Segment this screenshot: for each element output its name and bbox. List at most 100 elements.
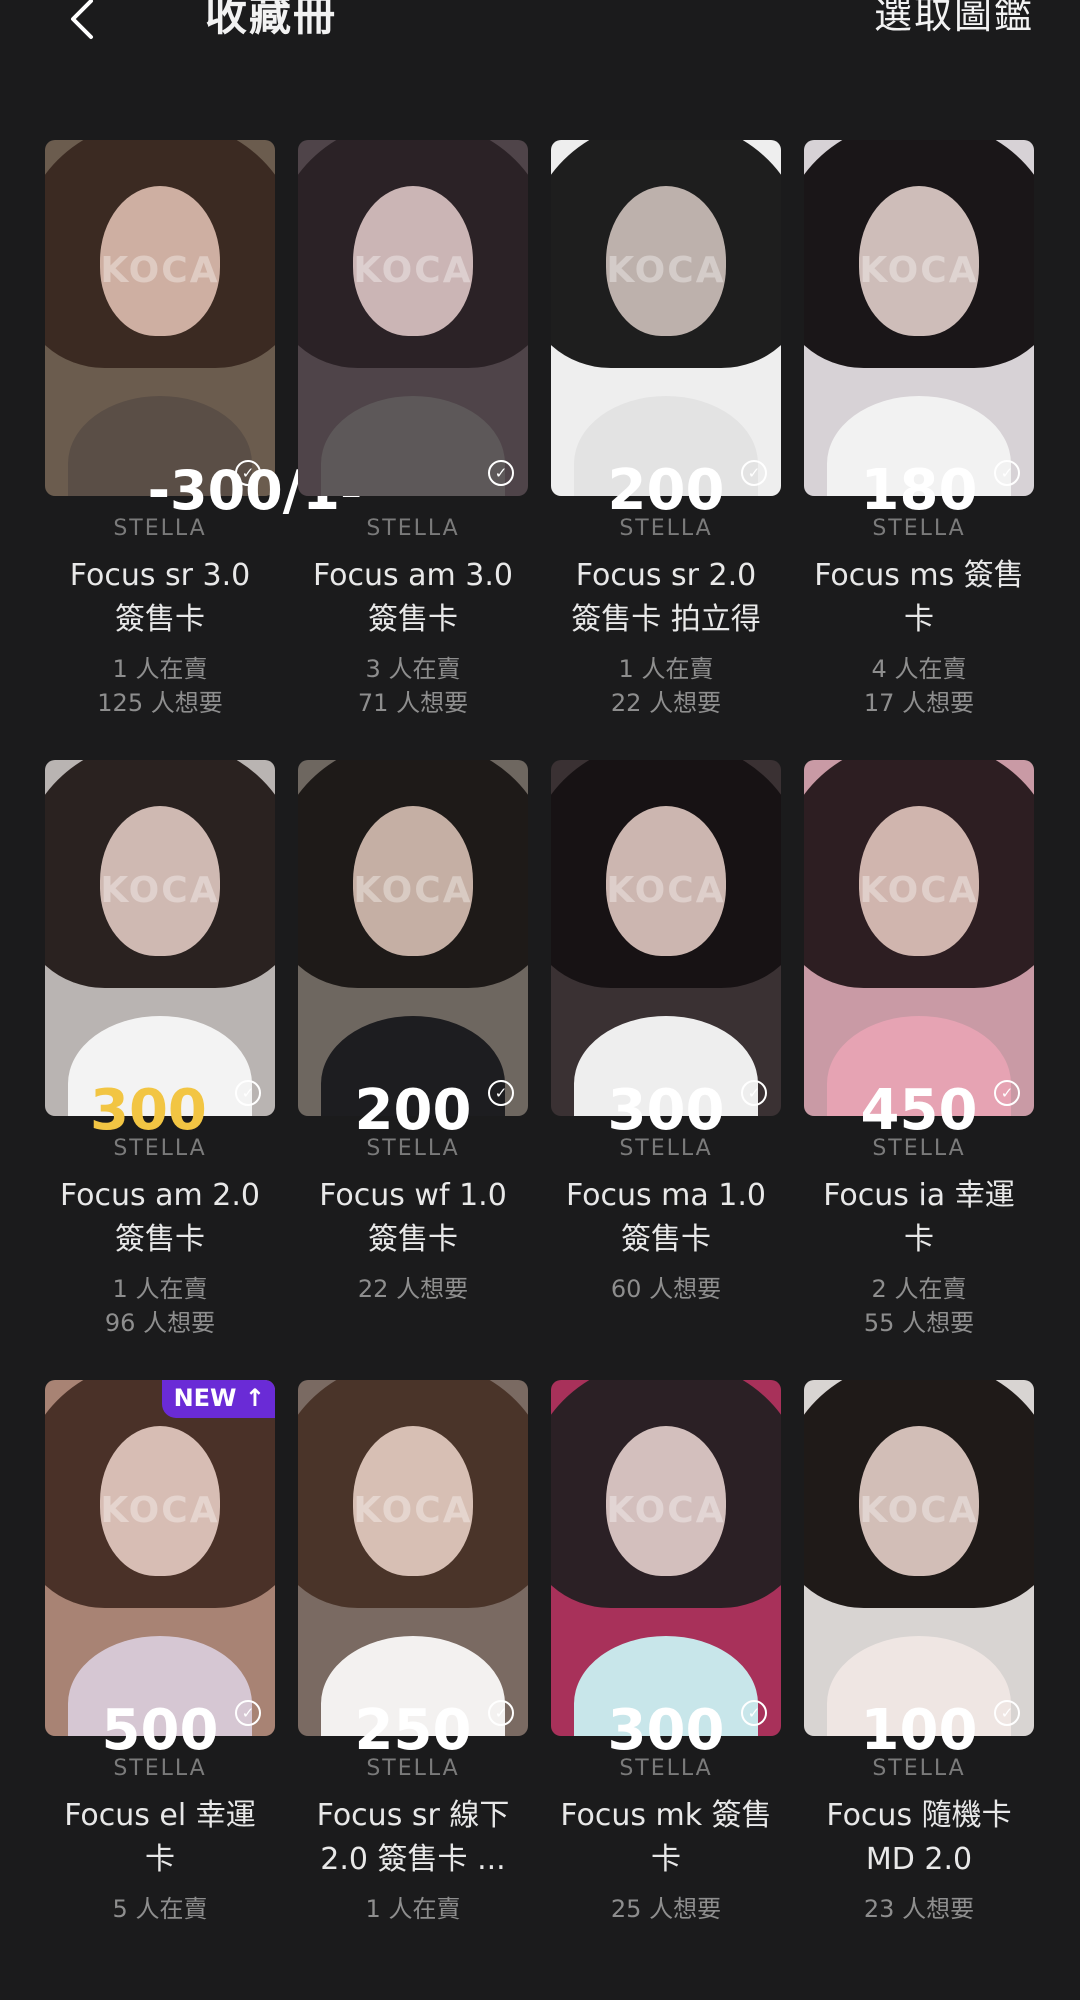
card-name-line1: Focus am 2.0 bbox=[59, 1178, 261, 1213]
card-selling-count: 1 人在賣 bbox=[112, 1275, 208, 1303]
collection-card[interactable]: KOCA ✓ 200 STELLA Focus sr 2.0 簽售卡 拍立得 1… bbox=[551, 140, 781, 760]
collection-card[interactable]: KOCA ✓ 300 STELLA Focus mk 簽售 卡 25 人想要 bbox=[551, 1380, 781, 2000]
collection-card[interactable]: KOCA ✓ -300/1- STELLA Focus sr 3.0 簽售卡 1… bbox=[45, 140, 362, 760]
card-member: STELLA bbox=[366, 1756, 460, 1781]
collection-card[interactable]: KOCA ✓ 200 STELLA Focus wf 1.0 簽售卡 22 人想… bbox=[298, 760, 528, 1380]
photo-body bbox=[321, 396, 505, 496]
card-price: 300 bbox=[607, 1078, 725, 1143]
card-member: STELLA bbox=[619, 1756, 713, 1781]
card-stats: 60 人想要 bbox=[551, 1272, 781, 1306]
card-member: STELLA bbox=[619, 1136, 713, 1161]
card-name-line2: 簽售卡 bbox=[115, 1222, 205, 1257]
card-stats: 3 人在賣 71 人想要 bbox=[298, 652, 528, 720]
watermark: KOCA bbox=[859, 1490, 979, 1531]
collection-card[interactable]: KOCA ✓ 300 STELLA Focus ma 1.0 簽售卡 60 人想… bbox=[551, 760, 781, 1380]
card-selling-count: 1 人在賣 bbox=[618, 655, 714, 683]
collection-card[interactable]: KOCA ✓ 100 STELLA Focus 隨機卡 MD 2.0 23 人想… bbox=[804, 1380, 1034, 2000]
card-member: STELLA bbox=[113, 1756, 207, 1781]
card-name-line2: 2.0 簽售卡 ... bbox=[320, 1842, 506, 1877]
card-stats: 1 人在賣 125 人想要 bbox=[45, 652, 275, 720]
back-button[interactable] bbox=[62, 0, 102, 44]
card-wanting-count: 55 人想要 bbox=[863, 1309, 975, 1337]
card-wanting-count: 60 人想要 bbox=[610, 1275, 722, 1303]
card-price: 250 bbox=[354, 1698, 472, 1763]
card-name-line1: Focus sr 2.0 bbox=[575, 558, 757, 593]
card-wanting-count: 71 人想要 bbox=[357, 689, 469, 717]
card-wanting-count: 25 人想要 bbox=[610, 1895, 722, 1923]
card-price: 300 bbox=[90, 1078, 207, 1143]
watermark: KOCA bbox=[606, 870, 726, 911]
card-price: 200 bbox=[607, 458, 725, 523]
checkmark-icon[interactable]: ✓ bbox=[488, 460, 514, 486]
watermark: KOCA bbox=[859, 250, 979, 291]
card-name-line2: 卡 bbox=[145, 1842, 175, 1877]
card-name-line1: Focus sr 線下 bbox=[316, 1798, 510, 1833]
card-photo[interactable]: KOCA ✓ bbox=[298, 1380, 528, 1736]
card-name-line2: 簽售卡 bbox=[368, 602, 458, 637]
card-name: Focus sr 2.0 簽售卡 拍立得 bbox=[551, 554, 781, 642]
card-wanting-count: 23 人想要 bbox=[863, 1895, 975, 1923]
card-photo[interactable]: KOCA ✓ bbox=[298, 140, 528, 496]
card-name-line1: Focus ms 簽售 bbox=[814, 558, 1024, 593]
card-wanting-count: 17 人想要 bbox=[863, 689, 975, 717]
card-photo[interactable]: KOCA ✓ bbox=[551, 1380, 781, 1736]
card-name-line2: 簽售卡 bbox=[368, 1222, 458, 1257]
card-name: Focus am 3.0 簽售卡 bbox=[298, 554, 528, 642]
card-photo[interactable]: KOCA ✓ bbox=[804, 140, 1034, 496]
card-member: STELLA bbox=[872, 516, 966, 541]
collection-card[interactable]: KOCA ✓ NEW ↑ 500 STELLA Focus el 幸運 卡 5 … bbox=[45, 1380, 275, 2000]
card-name: Focus am 2.0 簽售卡 bbox=[45, 1174, 275, 1262]
card-stats: 22 人想要 bbox=[298, 1272, 528, 1306]
watermark: KOCA bbox=[100, 1490, 220, 1531]
card-photo[interactable]: KOCA ✓ bbox=[551, 140, 781, 496]
collection-card[interactable]: KOCA ✓ 300 STELLA Focus am 2.0 簽售卡 1 人在賣… bbox=[45, 760, 275, 1380]
card-member: STELLA bbox=[872, 1756, 966, 1781]
card-stats: 23 人想要 bbox=[804, 1892, 1034, 1926]
card-price: 300 bbox=[607, 1698, 725, 1763]
card-photo[interactable]: KOCA ✓ bbox=[804, 1380, 1034, 1736]
chevron-left-icon bbox=[71, 0, 93, 39]
card-photo[interactable]: KOCA ✓ bbox=[298, 760, 528, 1116]
collection-card[interactable]: KOCA ✓ 180 STELLA Focus ms 簽售 卡 4 人在賣 17… bbox=[804, 140, 1034, 760]
card-member: STELLA bbox=[113, 1136, 207, 1161]
card-stats: 2 人在賣 55 人想要 bbox=[804, 1272, 1034, 1340]
card-price: 100 bbox=[860, 1698, 978, 1763]
card-member: STELLA bbox=[366, 1136, 460, 1161]
card-stats: 4 人在賣 17 人想要 bbox=[804, 652, 1034, 720]
card-member: STELLA bbox=[366, 516, 460, 541]
card-name-line1: Focus 隨機卡 bbox=[826, 1798, 1012, 1833]
select-collection-button[interactable]: 選取圖鑑 bbox=[874, 0, 1034, 39]
collection-card[interactable]: KOCA ✓ 450 STELLA Focus ia 幸運 卡 2 人在賣 55… bbox=[804, 760, 1034, 1380]
card-name-line2: 簽售卡 拍立得 bbox=[571, 602, 761, 637]
card-name-line2: 卡 bbox=[904, 602, 934, 637]
card-photo[interactable]: KOCA ✓ bbox=[45, 140, 275, 496]
card-stats: 1 人在賣 96 人想要 bbox=[45, 1272, 275, 1340]
collection-card[interactable]: KOCA ✓ 250 STELLA Focus sr 線下 2.0 簽售卡 ..… bbox=[298, 1380, 528, 2000]
card-name: Focus mk 簽售 卡 bbox=[551, 1794, 781, 1882]
card-name: Focus ma 1.0 簽售卡 bbox=[551, 1174, 781, 1262]
card-wanting-count: 125 人想要 bbox=[97, 689, 223, 717]
card-wanting-count: 22 人想要 bbox=[357, 1275, 469, 1303]
top-bar: 收藏冊 選取圖鑑 bbox=[0, 0, 1080, 60]
card-member: STELLA bbox=[113, 516, 207, 541]
new-badge: NEW ↑ bbox=[161, 1380, 275, 1418]
card-grid: KOCA ✓ -300/1- STELLA Focus sr 3.0 簽售卡 1… bbox=[45, 140, 1035, 2000]
card-photo[interactable]: KOCA ✓ bbox=[45, 760, 275, 1116]
watermark: KOCA bbox=[353, 1490, 473, 1531]
card-name-line2: 卡 bbox=[904, 1222, 934, 1257]
card-name: Focus sr 線下 2.0 簽售卡 ... bbox=[298, 1794, 528, 1882]
card-price: 200 bbox=[354, 1078, 472, 1143]
card-name-line1: Focus am 3.0 bbox=[312, 558, 514, 593]
page-title: 收藏冊 bbox=[205, 0, 338, 40]
card-photo[interactable]: KOCA ✓ bbox=[551, 760, 781, 1116]
card-photo[interactable]: KOCA ✓ NEW ↑ bbox=[45, 1380, 275, 1736]
card-stats: 1 人在賣 bbox=[298, 1892, 528, 1926]
collection-card[interactable]: KOCA ✓ STELLA Focus am 3.0 簽售卡 3 人在賣 71 … bbox=[298, 140, 528, 760]
card-photo[interactable]: KOCA ✓ bbox=[804, 760, 1034, 1116]
card-selling-count: 1 人在賣 bbox=[112, 655, 208, 683]
card-name: Focus ms 簽售 卡 bbox=[804, 554, 1034, 642]
card-name: Focus el 幸運 卡 bbox=[45, 1794, 275, 1882]
card-stats: 25 人想要 bbox=[551, 1892, 781, 1926]
card-name: Focus 隨機卡 MD 2.0 bbox=[804, 1794, 1034, 1882]
card-name-line1: Focus ma 1.0 bbox=[565, 1178, 767, 1213]
